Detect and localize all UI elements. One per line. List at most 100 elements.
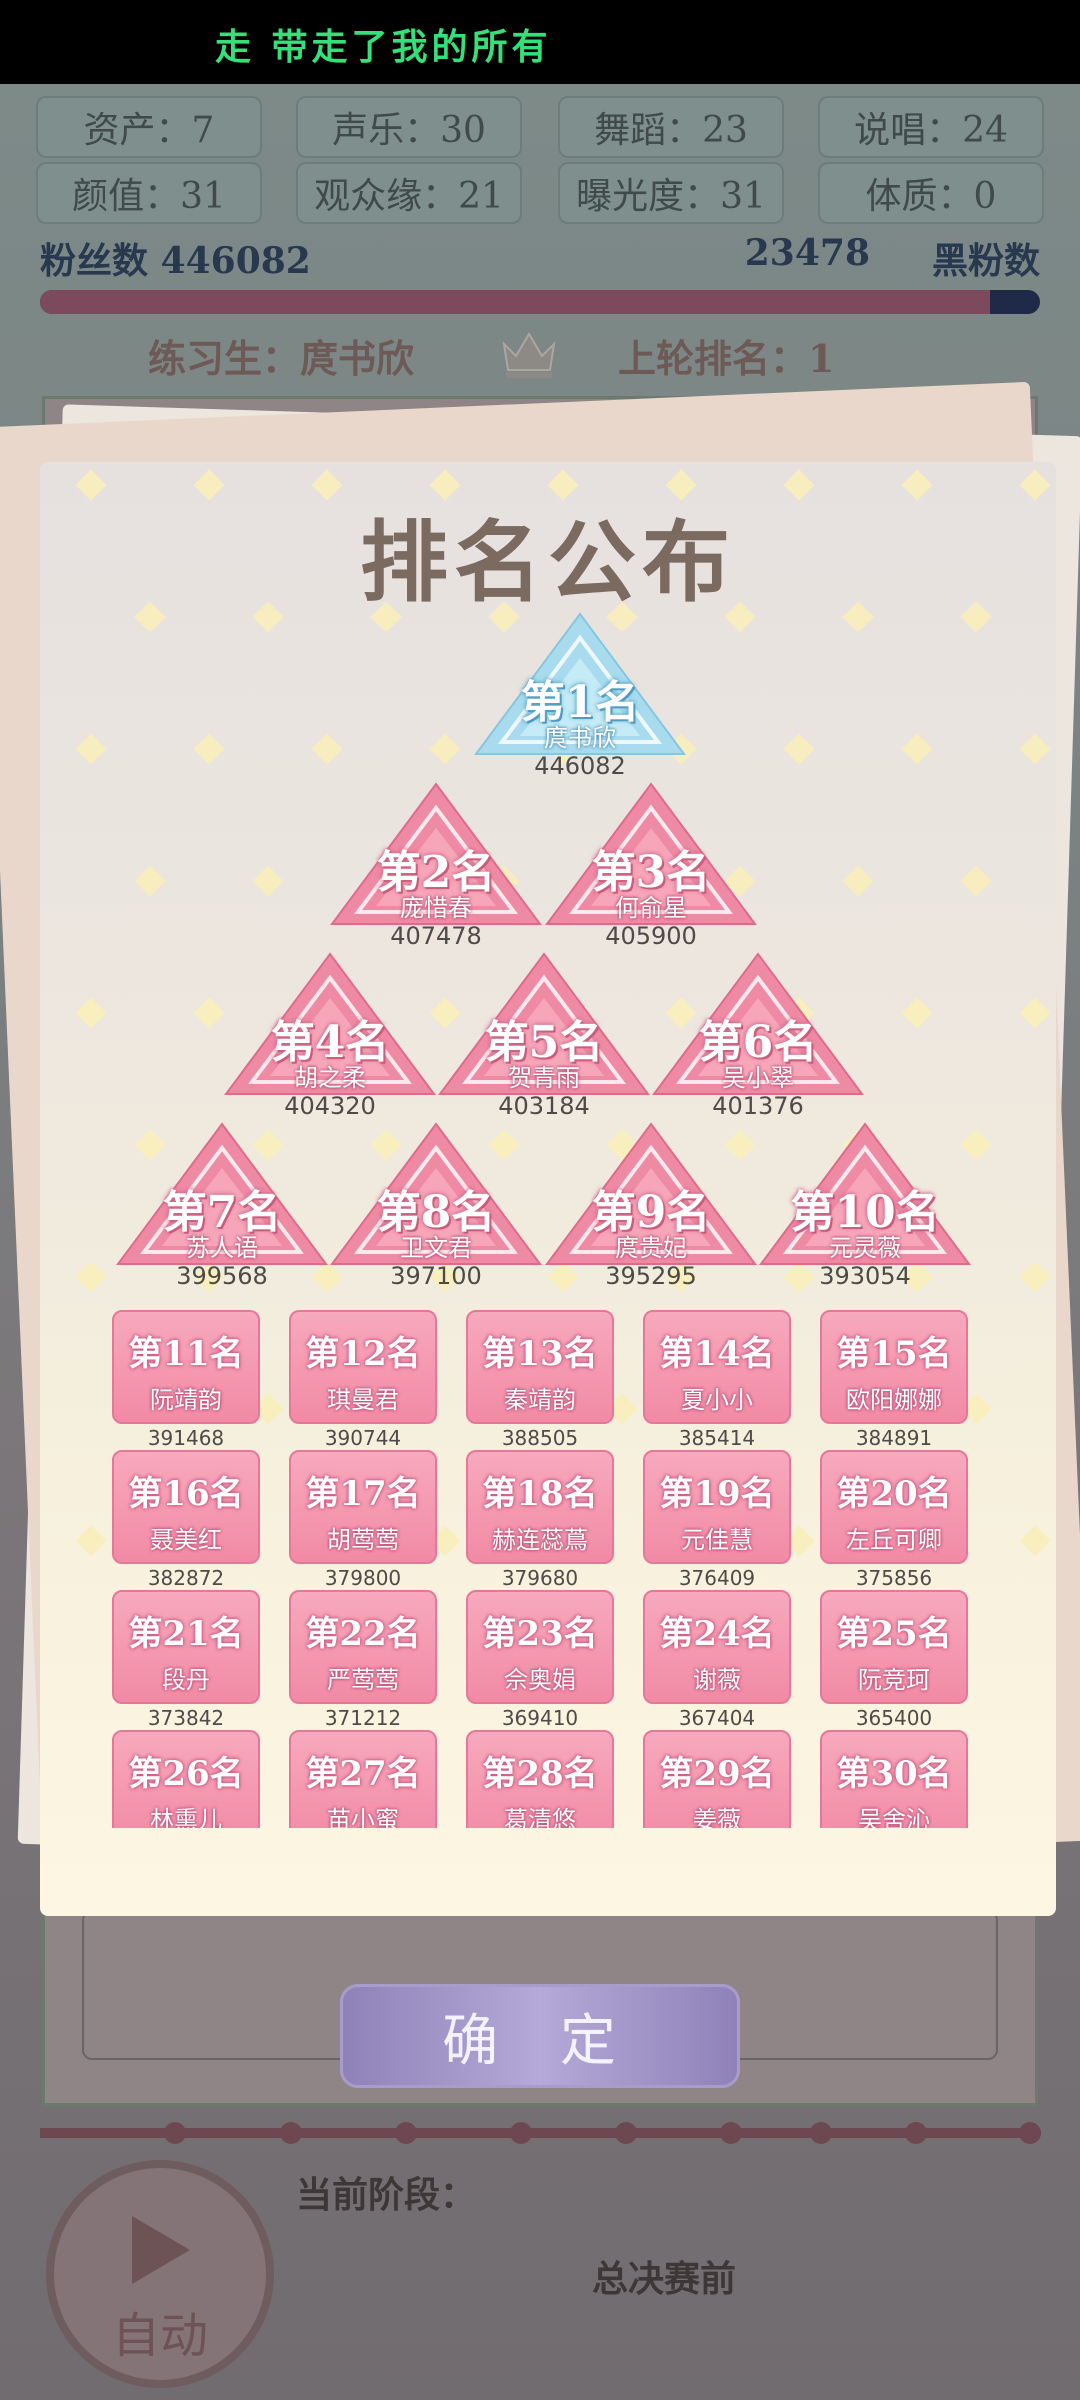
rank-7-card: 第7名 苏人语 bbox=[116, 1122, 328, 1266]
rank-score: 376409 bbox=[678, 1566, 756, 1590]
stage-track bbox=[40, 2128, 1040, 2138]
trainee-name: 左丘可卿 bbox=[846, 1526, 942, 1554]
rank-label: 第25名 bbox=[836, 1614, 952, 1654]
stage-dot bbox=[280, 2122, 302, 2144]
rank-score: 401376 bbox=[712, 1092, 804, 1120]
rank-12-card: 第12名 琪曼君 bbox=[289, 1310, 437, 1424]
rank-score: 404320 bbox=[284, 1092, 376, 1120]
rank-label: 第17名 bbox=[305, 1474, 421, 1514]
rank-score: 373842 bbox=[147, 1706, 225, 1730]
trainee-name: 夏小小 bbox=[681, 1386, 753, 1414]
rank-score: 367404 bbox=[678, 1706, 756, 1730]
fans-label: 粉丝数 bbox=[40, 240, 149, 282]
rank-label: 第28名 bbox=[482, 1754, 598, 1794]
stage-dot bbox=[1019, 2122, 1041, 2144]
trainee-name: 姜薇 bbox=[693, 1806, 741, 1828]
rank-score: 369410 bbox=[501, 1706, 579, 1730]
rank-score: 405900 bbox=[605, 922, 697, 950]
rank-13-card: 第13名 秦靖韵 bbox=[466, 1310, 614, 1424]
rank-29-card: 第29名姜薇 bbox=[643, 1730, 791, 1828]
rank-label: 第18名 bbox=[482, 1474, 598, 1514]
rank-9-card: 第9名 庹贵妃 bbox=[545, 1122, 757, 1266]
stat-dance: 舞蹈：23 bbox=[558, 96, 784, 158]
rank-score: 393054 bbox=[819, 1262, 911, 1290]
stat-exposure: 曝光度：31 bbox=[558, 162, 784, 224]
trainee-name: 吴小翠 bbox=[722, 1064, 794, 1092]
trainee-name: 谢薇 bbox=[693, 1666, 741, 1694]
anti-fans-value: 23478 bbox=[744, 232, 870, 274]
rank-label: 第29名 bbox=[659, 1754, 775, 1794]
trainee-name: 庹书欣 bbox=[544, 724, 616, 752]
rank-14-card: 第14名 夏小小 bbox=[643, 1310, 791, 1424]
stage-dot bbox=[810, 2122, 832, 2144]
rank-26-card: 第26名 林熏儿 bbox=[112, 1730, 260, 1828]
rank-label: 第12名 bbox=[305, 1334, 421, 1374]
rank-score: 397100 bbox=[390, 1262, 482, 1290]
fans-row: 粉丝数 446082 23478 黑粉数 bbox=[40, 232, 1040, 284]
rank-8-card: 第8名 卫文君 bbox=[330, 1122, 542, 1266]
rank-label: 第30名 bbox=[836, 1754, 952, 1794]
rank-23-card: 第23名 佘奥娟 bbox=[466, 1590, 614, 1704]
rank-label: 第20名 bbox=[836, 1474, 952, 1514]
crown-icon bbox=[502, 332, 556, 378]
rank-30-card: 第30名 吴舍沁 bbox=[820, 1730, 968, 1828]
trainee-name: 胡莺莺 bbox=[327, 1526, 399, 1554]
stage-dot bbox=[615, 2122, 637, 2144]
rank-21-card: 第21名 段丹 bbox=[112, 1590, 260, 1704]
rank-25-card: 第25名阮竞珂 bbox=[820, 1590, 968, 1704]
trainee-name: 元灵薇 bbox=[829, 1234, 901, 1262]
trainee-name: 练习生：庹书欣 bbox=[148, 336, 415, 381]
anti-fans-label: 黑粉数 bbox=[931, 240, 1040, 282]
stat-assets: 资产：7 bbox=[36, 96, 262, 158]
rank-label: 第15名 bbox=[836, 1334, 952, 1374]
fans-value: 446082 bbox=[160, 240, 311, 282]
rank-18-card: 第18名赫连蕊蔦 bbox=[466, 1450, 614, 1564]
rank-1-card: 第1名 庹书欣 bbox=[474, 612, 686, 756]
fans-count: 粉丝数 446082 bbox=[40, 232, 311, 284]
trainee-name: 赫连蕊蔦 bbox=[492, 1526, 588, 1554]
trainee-name: 胡之柔 bbox=[294, 1064, 366, 1092]
rank-score: 388505 bbox=[501, 1426, 579, 1450]
rank-score: 391468 bbox=[147, 1426, 225, 1450]
fans-ratio-fill bbox=[40, 290, 990, 314]
stage-dot bbox=[164, 2122, 186, 2144]
ranking-popup: 排名公布 第1名 庹书欣 446082 第2名 庞惜春 407478 第3名 何俞星 40590… bbox=[40, 462, 1056, 1916]
rank-10-card: 第10名 元灵薇 bbox=[759, 1122, 971, 1266]
rank-label: 第23名 bbox=[482, 1614, 598, 1654]
ranking-list[interactable]: 第1名 庹书欣 446082 第2名 庞惜春 407478 第3名 何俞星 405900 第4名胡… bbox=[40, 462, 1056, 1828]
stage-dot bbox=[510, 2122, 532, 2144]
rank-4-card: 第4名 胡之柔 bbox=[224, 952, 436, 1096]
ticker-text: 走 带走了我的所有 bbox=[215, 26, 552, 68]
rank-17-card: 第17名胡莺莺 bbox=[289, 1450, 437, 1564]
last-rank: 上轮排名：1 bbox=[618, 336, 835, 381]
auto-button[interactable]: 自动 bbox=[46, 2160, 274, 2388]
rank-27-card: 第27名 苗小蜜 bbox=[289, 1730, 437, 1828]
rank-28-card: 第28名 葛清悠 bbox=[466, 1730, 614, 1828]
rank-19-card: 第19名 元佳慧 bbox=[643, 1450, 791, 1564]
stage-dot bbox=[395, 2122, 417, 2144]
rank-16-card: 第16名 聂美红 bbox=[112, 1450, 260, 1564]
stat-vocal: 声乐：30 bbox=[296, 96, 522, 158]
rank-score: 390744 bbox=[324, 1426, 402, 1450]
trainee-name: 贺青雨 bbox=[508, 1064, 580, 1092]
rank-score: 384891 bbox=[855, 1426, 933, 1450]
stat-popularity: 观众缘：21 bbox=[296, 162, 522, 224]
rank-2-card: 第2名 庞惜春 bbox=[330, 782, 542, 926]
trainee-name: 阮竞珂 bbox=[858, 1666, 930, 1694]
confirm-button[interactable]: 确 定 bbox=[340, 1984, 740, 2088]
trainee-name: 元佳慧 bbox=[681, 1526, 753, 1554]
rank-label: 第21名 bbox=[128, 1614, 244, 1654]
rank-score: 365400 bbox=[855, 1706, 933, 1730]
stage-value: 总决赛前 bbox=[592, 2258, 737, 2300]
trainee-name: 庞惜春 bbox=[400, 894, 472, 922]
rank-label: 第13名 bbox=[482, 1334, 598, 1374]
rank-label: 第27名 bbox=[305, 1754, 421, 1794]
rank-22-card: 第22名 严莺莺 bbox=[289, 1590, 437, 1704]
rank-label: 第22名 bbox=[305, 1614, 421, 1654]
trainee-name: 苏人语 bbox=[186, 1234, 258, 1262]
trainee-name: 聂美红 bbox=[150, 1526, 222, 1554]
rank-score: 407478 bbox=[390, 922, 482, 950]
trainee-name: 何俞星 bbox=[615, 894, 687, 922]
rank-score: 382872 bbox=[147, 1566, 225, 1590]
rank-5-card: 第5名 贺青雨 bbox=[438, 952, 650, 1096]
